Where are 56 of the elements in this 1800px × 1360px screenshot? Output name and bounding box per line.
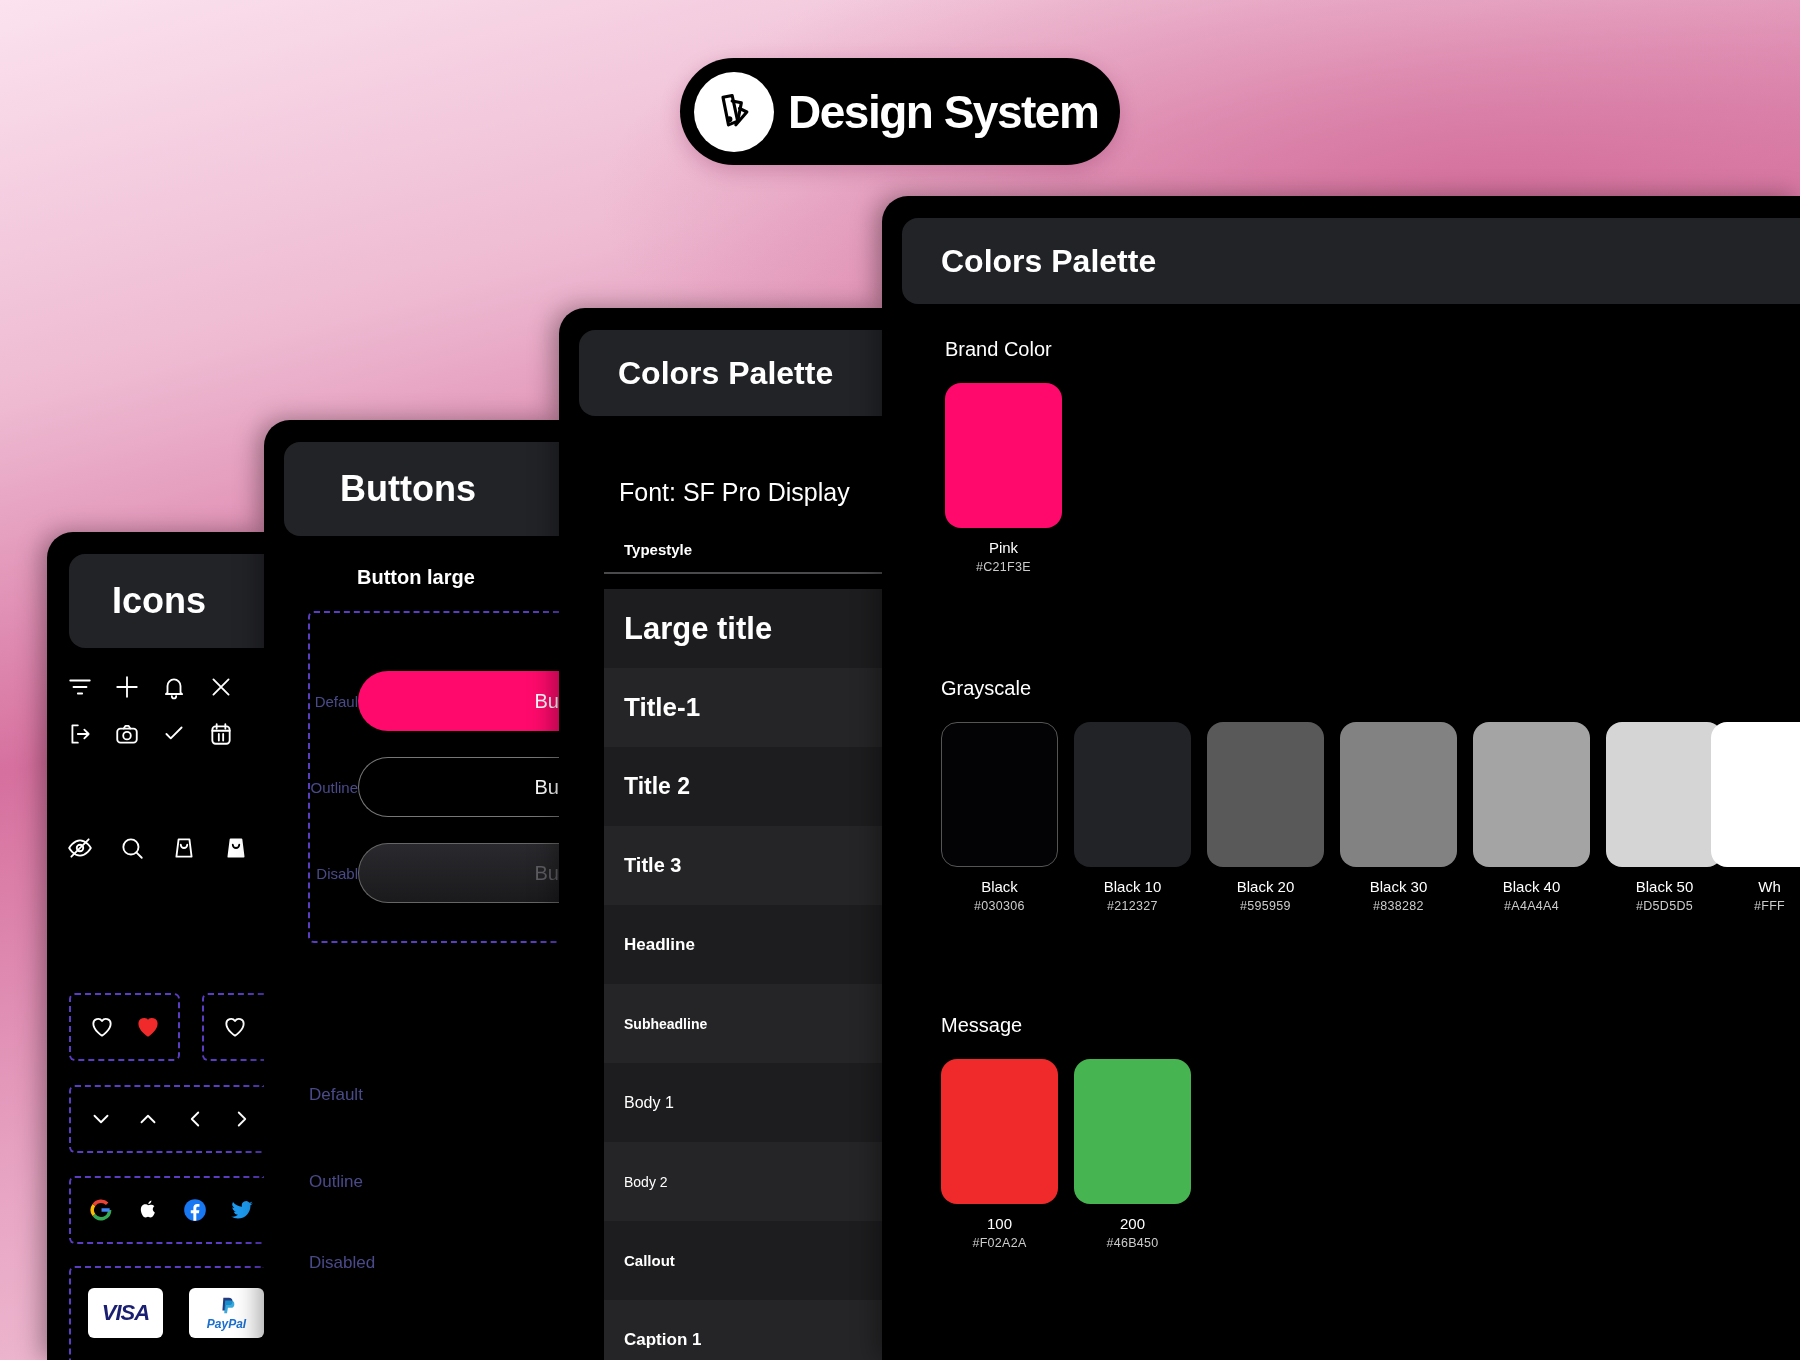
typestyle-row: Subheadline xyxy=(604,984,882,1063)
calendar-icon xyxy=(208,721,234,747)
swatch-name: Black 30 xyxy=(1369,878,1428,895)
visa-logo: VISA xyxy=(88,1288,163,1338)
swatch-name: Wh xyxy=(1758,878,1781,895)
section-title: Brand Color xyxy=(945,338,1053,361)
swatch-hex: #D5D5D5 xyxy=(1636,899,1693,913)
typestyle-row: Title-1 xyxy=(604,668,882,747)
typestyle-row: Body 2 xyxy=(604,1142,882,1221)
state-label: Default xyxy=(309,1085,364,1105)
swatch-name: 200 xyxy=(1120,1215,1145,1232)
swatch-hex: #838282 xyxy=(1373,899,1424,913)
panel-title: Colors Palette xyxy=(617,354,834,392)
typestyle-row: Large title xyxy=(604,589,882,668)
state-label: Disabl xyxy=(315,864,358,882)
section-title: Message xyxy=(941,1014,1024,1037)
facebook-icon xyxy=(182,1197,208,1223)
state-label: Disabled xyxy=(309,1253,377,1273)
swatch-hex: #A4A4A4 xyxy=(1504,899,1559,913)
swatch-name: 100 xyxy=(987,1215,1012,1232)
typestyle-row: Title 2 xyxy=(604,747,882,826)
swatch-name: Black 20 xyxy=(1236,878,1295,895)
swatch-hex: #212327 xyxy=(1107,899,1158,913)
plus-icon xyxy=(114,674,140,700)
swatch-hex: #C21F3E xyxy=(976,560,1031,574)
typestyle-row: Title 3 xyxy=(604,826,882,905)
panel-title: Buttons xyxy=(339,468,476,510)
typestyle-row: Caption 1 xyxy=(604,1300,882,1360)
state-label: Defaul xyxy=(313,692,358,710)
state-label: Outline xyxy=(310,778,358,796)
state-label: Outline xyxy=(309,1172,364,1192)
swatch-name: Black 40 xyxy=(1502,878,1561,895)
panel-title: Icons xyxy=(111,580,207,622)
swatch-name: Black 10 xyxy=(1103,878,1162,895)
search-icon xyxy=(119,835,145,861)
swatch-hex: #030306 xyxy=(974,899,1025,913)
swatch-hex: #46B450 xyxy=(1106,1236,1159,1250)
eye-off-icon xyxy=(67,835,93,861)
google-icon xyxy=(88,1197,114,1223)
swatch-name: Pink xyxy=(988,539,1019,556)
section-title: Button large xyxy=(357,566,476,589)
page-title: Design System xyxy=(788,84,1099,139)
swatch-name: Black xyxy=(981,878,1018,895)
paypal-logo: PayPal xyxy=(189,1288,264,1338)
typestyle-row: Headline xyxy=(604,905,882,984)
panel-title: Colors Palette xyxy=(940,242,1157,280)
section-title: Grayscale xyxy=(941,677,1033,700)
typestyle-row: Body 1 xyxy=(604,1063,882,1142)
swatch-hex: #F02A2A xyxy=(972,1236,1027,1250)
swatch-name: Black 50 xyxy=(1635,878,1694,895)
swatch-hex: #595959 xyxy=(1240,899,1291,913)
typestyle-row: Callout xyxy=(604,1221,882,1300)
sample-button[interactable]: Bu xyxy=(358,757,559,817)
font-label: Font: SF Pro Display xyxy=(619,478,851,507)
sample-button[interactable]: Bu xyxy=(358,671,559,731)
swatch-hex: #FFF xyxy=(1753,899,1786,913)
